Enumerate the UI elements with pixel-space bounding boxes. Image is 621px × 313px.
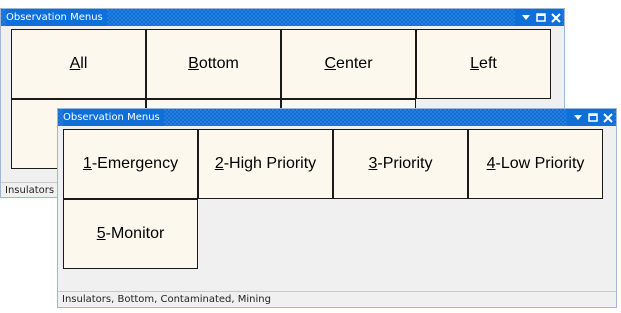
button-label: -Priority (377, 155, 433, 172)
window-titlebar[interactable]: Observation Menus (58, 109, 616, 126)
button-label: -Monitor (105, 225, 165, 242)
menu-button-center[interactable]: Center (281, 29, 416, 99)
menu-button-monitor[interactable]: 5 -Monitor (63, 199, 198, 269)
button-label: enter (336, 55, 373, 72)
button-mnemonic: 4 (486, 155, 496, 172)
dropdown-arrow-icon[interactable] (519, 9, 532, 26)
button-mnemonic: C (324, 55, 337, 72)
button-mnemonic: 1 (82, 155, 92, 172)
button-mnemonic: B (188, 55, 199, 72)
button-label: -Emergency (91, 155, 179, 172)
button-label: ottom (198, 55, 239, 72)
window-titlebar[interactable]: Observation Menus (1, 9, 564, 26)
menu-button-priority[interactable]: 3 -Priority (333, 129, 468, 199)
observation-menus-window-front: Observation Menus 1 -Emergency 2 -High Pri… (57, 108, 617, 308)
button-mnemonic: 5 (96, 225, 106, 242)
dropdown-arrow-icon[interactable] (571, 109, 584, 126)
status-separator (58, 291, 616, 292)
window-title: Observation Menus (63, 109, 164, 126)
button-mnemonic: A (69, 55, 81, 72)
menu-button-low-priority[interactable]: 4 -Low Priority (468, 129, 603, 199)
button-mnemonic: L (470, 55, 480, 72)
status-bar-text: Insulators (5, 185, 55, 196)
button-mnemonic: 3 (368, 155, 378, 172)
menu-button-high-priority[interactable]: 2 -High Priority (198, 129, 333, 199)
window-title: Observation Menus (6, 9, 107, 26)
status-bar-text: Insulators, Bottom, Contaminated, Mining (62, 294, 271, 305)
close-icon[interactable] (601, 109, 614, 126)
menu-button-emergency[interactable]: 1 -Emergency (63, 129, 198, 199)
close-icon[interactable] (549, 9, 562, 26)
menu-button-left[interactable]: Left (416, 29, 551, 99)
button-label: -High Priority (223, 155, 317, 172)
button-mnemonic: 2 (214, 155, 224, 172)
button-label: ll (80, 55, 88, 72)
maximize-icon[interactable] (586, 109, 599, 126)
menu-button-bottom[interactable]: Bottom (146, 29, 281, 99)
maximize-icon[interactable] (534, 9, 547, 26)
button-label: eft (479, 55, 497, 72)
menu-button-all[interactable]: All (11, 29, 146, 99)
button-label: -Low Priority (495, 155, 585, 172)
